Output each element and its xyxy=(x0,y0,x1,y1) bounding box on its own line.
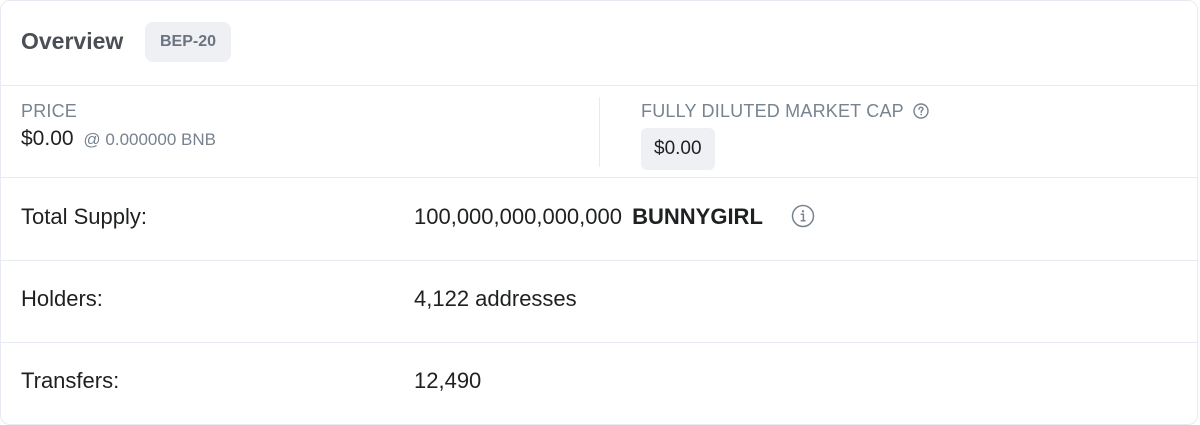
price-value: $0.00 xyxy=(21,127,74,150)
holders-value: 4,122 addresses xyxy=(414,286,577,311)
holders-row: Holders: 4,122 addresses xyxy=(1,260,1197,343)
fdmc-label: FULLY DILUTED MARKET CAP xyxy=(641,101,904,121)
holders-label: Holders: xyxy=(21,286,103,311)
transfers-label: Transfers: xyxy=(21,368,120,393)
market-overview-section: PRICE $0.00 @ 0.000000 BNB FULLY DILUTED… xyxy=(1,85,1197,178)
token-overview-card: Overview BEP-20 PRICE $0.00 @ 0.000000 B… xyxy=(0,0,1198,425)
price-bnb: @ 0.000000 BNB xyxy=(83,130,216,149)
card-header: Overview BEP-20 xyxy=(1,1,1197,86)
vertical-divider xyxy=(599,97,600,167)
price-row: $0.00 @ 0.000000 BNB xyxy=(21,127,216,151)
price-label: PRICE xyxy=(21,101,78,121)
token-symbol: BUNNYGIRL xyxy=(632,204,763,229)
fdmc-label-row: FULLY DILUTED MARKET CAP xyxy=(641,101,929,122)
transfers-row: Transfers: 12,490 xyxy=(1,342,1197,424)
price-block: PRICE $0.00 @ 0.000000 BNB xyxy=(21,101,216,151)
fdmc-block: FULLY DILUTED MARKET CAP $0.00 xyxy=(641,101,929,170)
fdmc-value: $0.00 xyxy=(641,128,715,170)
transfers-value: 12,490 xyxy=(414,368,482,393)
question-circle-icon[interactable] xyxy=(913,103,929,119)
info-circle-icon[interactable] xyxy=(791,204,815,228)
total-supply-label: Total Supply: xyxy=(21,204,147,229)
total-supply-value: 100,000,000,000,000 BUNNYGIRL xyxy=(414,204,815,230)
total-supply-amount: 100,000,000,000,000 xyxy=(414,204,622,229)
total-supply-row: Total Supply: 100,000,000,000,000 BUNNYG… xyxy=(1,178,1197,261)
token-standard-badge: BEP-20 xyxy=(145,22,232,62)
card-title: Overview xyxy=(21,28,124,54)
